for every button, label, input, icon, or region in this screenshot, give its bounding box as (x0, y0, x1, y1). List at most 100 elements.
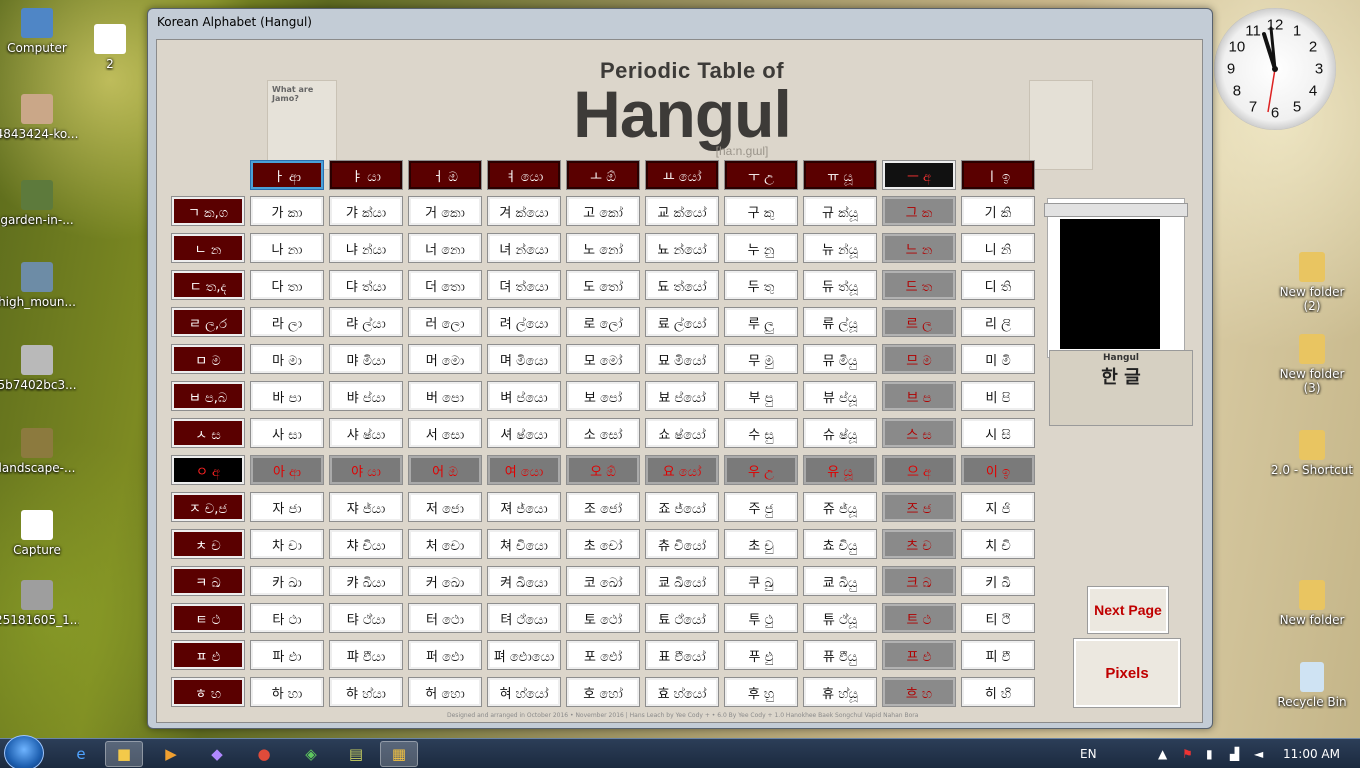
syllable-cell[interactable]: 노 නෝ (566, 233, 640, 263)
consonant-header[interactable]: ㅋ ඛ (171, 566, 245, 596)
syllable-cell[interactable]: 코 ඛෝ (566, 566, 640, 596)
syllable-cell[interactable]: 퓨 ඵියු (803, 640, 877, 670)
consonant-header[interactable]: ㅊ ච (171, 529, 245, 559)
syllable-cell[interactable]: 쵸 චියු (803, 529, 877, 559)
app-icon[interactable]: ◈ (292, 741, 330, 767)
syllable-cell[interactable]: 허 හො (408, 677, 482, 707)
syllable-cell[interactable]: 서 සො (408, 418, 482, 448)
consonant-header[interactable]: ㅎ හ (171, 677, 245, 707)
clock-gadget[interactable]: 12 1 2 3 4 5 6 7 8 9 10 11 (1214, 8, 1336, 130)
syllable-cell[interactable]: 뎌 ත්යො (487, 270, 561, 300)
syllable-cell[interactable]: 커 ඛො (408, 566, 482, 596)
syllable-cell[interactable]: 야 යා (329, 455, 403, 485)
syllable-cell[interactable]: 됴 ත්යෝ (645, 270, 719, 300)
syllable-cell[interactable]: 료 ල්යෝ (645, 307, 719, 337)
syllable-cell[interactable]: 휴 හ්යූ (803, 677, 877, 707)
explorer-folder-icon[interactable]: ■ (105, 741, 143, 767)
syllable-cell[interactable]: 켜 ඛියො (487, 566, 561, 596)
desktop-folder[interactable]: New folder (2) (1270, 252, 1354, 313)
syllable-cell[interactable]: 히 හි (961, 677, 1035, 707)
syllable-cell[interactable]: 프 ඵ (882, 640, 956, 670)
syllable-cell[interactable]: 쿠 ඛු (724, 566, 798, 596)
syllable-cell[interactable]: 오 ඕ (566, 455, 640, 485)
consonant-header[interactable]: ㅅ ස (171, 418, 245, 448)
consonant-header[interactable]: ㄷ ත,ද (171, 270, 245, 300)
vowel-header[interactable]: ㅕ යො (487, 160, 561, 190)
syllable-cell[interactable]: 자 ජා (250, 492, 324, 522)
syllable-cell[interactable]: 이 ඉ (961, 455, 1035, 485)
syllable-cell[interactable]: 츠 ච (882, 529, 956, 559)
syllable-cell[interactable]: 구 කු (724, 196, 798, 226)
syllable-cell[interactable]: 셔 ෂ්යො (487, 418, 561, 448)
consonant-header[interactable]: ㄴ න (171, 233, 245, 263)
syllable-cell[interactable]: 저 ජො (408, 492, 482, 522)
desktop-icon[interactable]: garden-in-... (0, 180, 79, 227)
syllable-cell[interactable]: 뵤 ප්යෝ (645, 381, 719, 411)
pixels-button[interactable]: Pixels (1073, 638, 1181, 708)
syllable-cell[interactable]: 라 ලා (250, 307, 324, 337)
syllable-cell[interactable]: 즈 ජ (882, 492, 956, 522)
syllable-cell[interactable]: 더 තො (408, 270, 482, 300)
syllable-cell[interactable]: 버 පො (408, 381, 482, 411)
syllable-cell[interactable]: 기 කි (961, 196, 1035, 226)
visual-studio-icon[interactable]: ◆ (198, 741, 236, 767)
show-hidden-icons-icon[interactable]: ▲ (1158, 747, 1167, 761)
syllable-cell[interactable]: 댜 ත්යා (329, 270, 403, 300)
syllable-cell[interactable]: 토 ථෝ (566, 603, 640, 633)
syllable-cell[interactable]: 가 කා (250, 196, 324, 226)
syllable-cell[interactable]: 누 නු (724, 233, 798, 263)
syllable-cell[interactable]: 챠 චියා (329, 529, 403, 559)
syllable-cell[interactable]: 후 හු (724, 677, 798, 707)
syllable-cell[interactable]: 교 ක්යෝ (645, 196, 719, 226)
consonant-header[interactable]: ㄹ ල,ර (171, 307, 245, 337)
syllable-cell[interactable]: 뉴 න්යූ (803, 233, 877, 263)
syllable-cell[interactable]: 보 පෝ (566, 381, 640, 411)
syllable-cell[interactable]: 랴 ල්යා (329, 307, 403, 337)
syllable-cell[interactable]: 키 ඛි (961, 566, 1035, 596)
syllable-cell[interactable]: 파 ඵා (250, 640, 324, 670)
desktop-folder[interactable]: 2.0 - Shortcut (1270, 430, 1354, 477)
syllable-cell[interactable]: 초 චු (724, 529, 798, 559)
syllable-cell[interactable]: 려 ල්යො (487, 307, 561, 337)
syllable-cell[interactable]: 고 කෝ (566, 196, 640, 226)
syllable-cell[interactable]: 크 ඛ (882, 566, 956, 596)
syllable-cell[interactable]: 텨 ථ්යො (487, 603, 561, 633)
syllable-cell[interactable]: 푸 ඵු (724, 640, 798, 670)
syllable-cell[interactable]: 모 මෝ (566, 344, 640, 374)
syllable-cell[interactable]: 카 ඛා (250, 566, 324, 596)
syllable-cell[interactable]: 규 ක්යූ (803, 196, 877, 226)
recycle-bin[interactable]: Recycle Bin (1270, 662, 1354, 709)
syllable-cell[interactable]: 치 චි (961, 529, 1035, 559)
syllable-cell[interactable]: 시 සි (961, 418, 1035, 448)
syllable-cell[interactable]: 튜 ථ්යූ (803, 603, 877, 633)
syllable-cell[interactable]: 지 ජි (961, 492, 1035, 522)
syllable-cell[interactable]: 드 ත (882, 270, 956, 300)
syllable-cell[interactable]: 뷰 ප්යූ (803, 381, 877, 411)
syllable-cell[interactable]: 여 යො (487, 455, 561, 485)
syllable-cell[interactable]: 미 මි (961, 344, 1035, 374)
syllable-cell[interactable]: 져 ජ්යො (487, 492, 561, 522)
desktop-icon[interactable]: 2 (68, 24, 152, 71)
vowel-header[interactable]: ㅛ යෝ (645, 160, 719, 190)
syllable-cell[interactable]: 주 ජු (724, 492, 798, 522)
vowel-header[interactable]: ㅏ ආ (250, 160, 324, 190)
signal-icon[interactable]: ▟ (1230, 747, 1239, 761)
next-page-button[interactable]: Next Page (1087, 586, 1169, 634)
syllable-cell[interactable]: 도 තෝ (566, 270, 640, 300)
syllable-cell[interactable]: 퍄 ඵියා (329, 640, 403, 670)
consonant-header[interactable]: ㅌ ථ (171, 603, 245, 633)
syllable-cell[interactable]: 르 ල (882, 307, 956, 337)
desktop-folder[interactable]: New folder (3) (1270, 334, 1354, 395)
syllable-cell[interactable]: 무 මු (724, 344, 798, 374)
syllable-cell[interactable]: 디 ති (961, 270, 1035, 300)
syllable-cell[interactable]: 며 මියො (487, 344, 561, 374)
volume-icon[interactable]: ◄ (1254, 747, 1263, 761)
syllable-cell[interactable]: 표 ඵියෝ (645, 640, 719, 670)
syllable-cell[interactable]: 하 හා (250, 677, 324, 707)
syllable-cell[interactable]: 비 පි (961, 381, 1035, 411)
syllable-cell[interactable]: 호 හෝ (566, 677, 640, 707)
syllable-cell[interactable]: 슈 ෂ්යූ (803, 418, 877, 448)
desktop-icon[interactable]: 25181605_1... (0, 580, 79, 627)
vowel-header[interactable]: ㅜ උ (724, 160, 798, 190)
syllable-cell[interactable]: 햐 හ්යා (329, 677, 403, 707)
